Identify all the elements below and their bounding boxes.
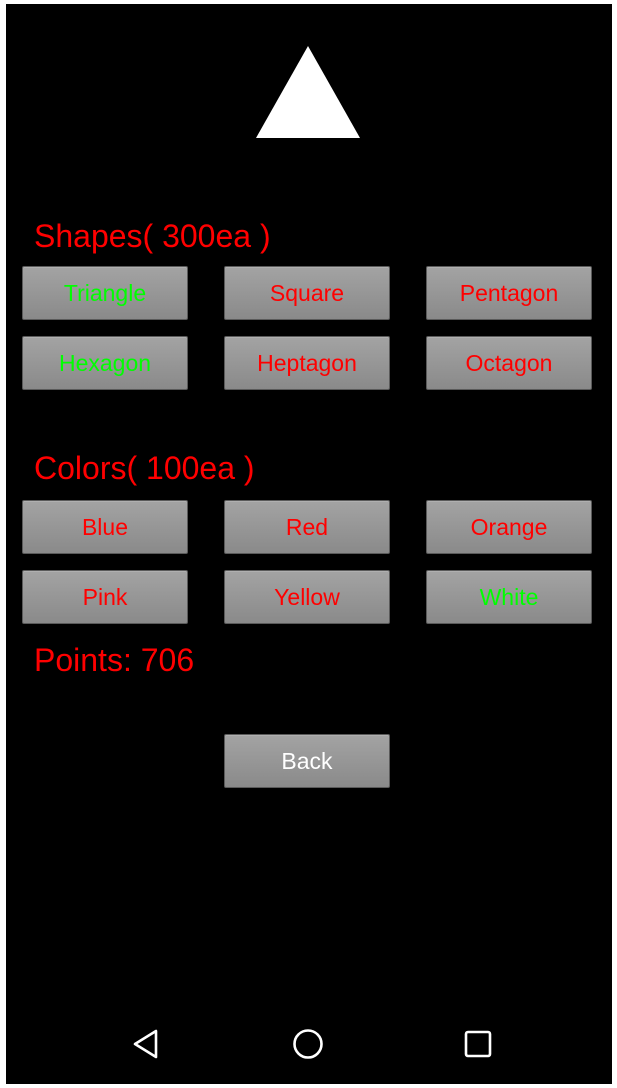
shape-button-pentagon[interactable]: Pentagon [426,266,592,320]
points-label: Points: 706 [34,642,195,678]
nav-home-button[interactable] [286,1024,330,1064]
android-navigation-bar [6,1004,612,1084]
colors-title: Colors( 100ea ) [34,450,255,486]
color-button-pink[interactable]: Pink [22,570,188,624]
shapes-title: Shapes( 300ea ) [34,218,271,254]
triangle-preview-icon [256,46,360,138]
shape-button-triangle[interactable]: Triangle [22,266,188,320]
color-button-white[interactable]: White [426,570,592,624]
back-button[interactable]: Back [224,734,390,788]
shape-button-hexagon[interactable]: Hexagon [22,336,188,390]
recents-square-icon [464,1030,492,1058]
color-button-blue[interactable]: Blue [22,500,188,554]
color-button-yellow[interactable]: Yellow [224,570,390,624]
shop-screen: Shapes( 300ea ) Triangle Square Pentagon… [6,4,612,1084]
nav-back-button[interactable] [124,1024,168,1064]
shape-button-heptagon[interactable]: Heptagon [224,336,390,390]
back-triangle-icon [133,1029,158,1059]
shape-button-octagon[interactable]: Octagon [426,336,592,390]
color-button-red[interactable]: Red [224,500,390,554]
shape-button-square[interactable]: Square [224,266,390,320]
color-button-orange[interactable]: Orange [426,500,592,554]
nav-recents-button[interactable] [456,1024,500,1064]
home-circle-icon [293,1029,323,1059]
